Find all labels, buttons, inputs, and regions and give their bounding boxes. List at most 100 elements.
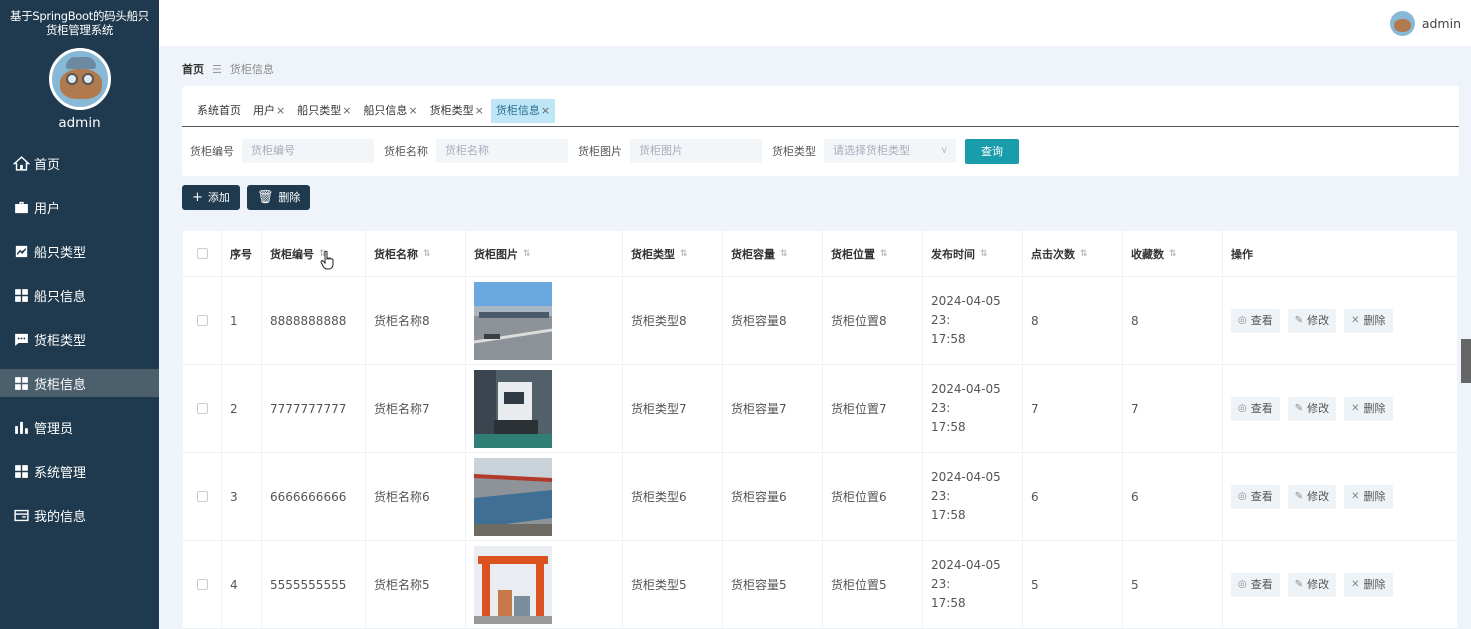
close-icon[interactable]: × — [276, 104, 285, 117]
row-checkbox[interactable] — [196, 315, 208, 326]
sort-icon[interactable]: ⇅ — [780, 249, 788, 259]
tab-system-home[interactable]: 系统首页 — [192, 99, 246, 123]
tab-container-type[interactable]: 货柜类型× — [425, 99, 489, 123]
view-button[interactable]: ◎ 查看 — [1231, 572, 1280, 597]
close-icon[interactable]: × — [408, 104, 417, 117]
sort-icon[interactable]: ⇅ — [880, 249, 888, 259]
image-input[interactable]: 货柜图片 — [630, 139, 762, 163]
header-ops: 操作 — [1231, 247, 1253, 261]
code-label: 货柜编号 — [190, 145, 234, 158]
add-button[interactable]: + 添加 — [182, 185, 240, 210]
sort-icon[interactable]: ⇅ — [423, 249, 431, 259]
tab-ship-info[interactable]: 船只信息× — [358, 99, 422, 123]
cell-clicks: 7 — [1023, 365, 1123, 452]
cell-code: 5555555555 — [262, 541, 366, 628]
tab-container-info[interactable]: 货柜信息× — [490, 99, 556, 123]
container-image[interactable] — [474, 545, 552, 624]
select-all-checkbox[interactable] — [196, 248, 208, 259]
header-location[interactable]: 货柜位置 ⇅ — [823, 231, 923, 276]
header-code[interactable]: 货柜编号 ⇅ — [262, 231, 366, 276]
cell-index: 4 — [222, 541, 262, 628]
sort-icon[interactable]: ⇅ — [980, 249, 988, 259]
container-image[interactable] — [474, 369, 552, 448]
cell-type: 货柜类型7 — [623, 365, 723, 452]
header-clicks[interactable]: 点击次数 ⇅ — [1023, 231, 1123, 276]
sidebar-item-ship-info[interactable]: 船只信息 — [0, 281, 159, 309]
sidebar-item-label: 我的信息 — [34, 509, 87, 525]
cell-name: 货柜名称7 — [366, 365, 466, 452]
cell-clicks: 5 — [1023, 541, 1123, 628]
close-icon[interactable]: × — [475, 104, 484, 117]
edit-button[interactable]: ✎ 修改 — [1287, 484, 1337, 509]
cell-time: 2024-04-05 23: 17:58 — [931, 558, 1001, 610]
sort-icon[interactable]: ⇅ — [1169, 249, 1177, 259]
row-checkbox[interactable] — [196, 491, 208, 502]
user-menu[interactable]: admin — [1389, 11, 1461, 36]
sidebar-item-home[interactable]: 首页 — [0, 149, 159, 177]
tab-user[interactable]: 用户× — [248, 99, 290, 123]
delete-row-button[interactable]: ✕ 删除 — [1344, 396, 1393, 421]
sidebar-item-my-info[interactable]: 我的信息 — [0, 501, 159, 529]
sort-icon[interactable]: ⇅ — [523, 249, 531, 259]
delete-row-button[interactable]: ✕ 删除 — [1344, 484, 1393, 509]
edit-button[interactable]: ✎ 修改 — [1287, 396, 1337, 421]
cell-capacity: 货柜容量5 — [723, 541, 823, 628]
eye-icon: ◎ — [1238, 314, 1247, 326]
edit-button[interactable]: ✎ 修改 — [1287, 308, 1337, 333]
breadcrumb: 首页 ☰ 货柜信息 — [182, 61, 274, 77]
header-time[interactable]: 发布时间 ⇅ — [923, 231, 1023, 276]
scrollbar-thumb[interactable] — [1461, 339, 1471, 383]
sidebar-item-system[interactable]: 系统管理 — [0, 457, 159, 485]
sidebar-item-admin[interactable]: 管理员 — [0, 413, 159, 441]
cell-index: 3 — [222, 453, 262, 540]
breadcrumb-separator-icon: ☰ — [212, 62, 222, 76]
table-row: 1 8888888888 货柜名称8 货柜类型8 货柜容量8 货柜位置8 202… — [183, 277, 1457, 365]
view-button[interactable]: ◎ 查看 — [1231, 308, 1280, 333]
header-name[interactable]: 货柜名称 ⇅ — [366, 231, 466, 276]
delete-row-button[interactable]: ✕ 删除 — [1344, 572, 1393, 597]
header-capacity[interactable]: 货柜容量 ⇅ — [723, 231, 823, 276]
row-checkbox[interactable] — [196, 579, 208, 590]
sidebar-item-container-type[interactable]: 货柜类型 — [0, 325, 159, 353]
name-input[interactable]: 货柜名称 — [436, 139, 568, 163]
cell-time: 2024-04-05 23: 17:58 — [931, 470, 1001, 522]
code-input[interactable]: 货柜编号 — [242, 139, 374, 163]
table-header: 序号 货柜编号 ⇅ 货柜名称 ⇅ 货柜图片 ⇅ 货柜类型 ⇅ 货柜容量 ⇅ 货柜位置 ⇅ 发… — [183, 231, 1457, 277]
container-image[interactable] — [474, 281, 552, 360]
type-select[interactable]: 请选择货柜类型 ∨ — [824, 139, 956, 163]
sidebar-item-label: 首页 — [34, 157, 61, 173]
delete-button[interactable]: 🗑 删除 — [246, 185, 311, 210]
breadcrumb-home[interactable]: 首页 — [182, 61, 204, 77]
cell-location: 货柜位置5 — [823, 541, 923, 628]
sidebar-item-label: 管理员 — [34, 421, 74, 437]
header-image[interactable]: 货柜图片 ⇅ — [466, 231, 623, 276]
edit-icon: ✎ — [1294, 314, 1304, 326]
sort-icon[interactable]: ⇅ — [680, 249, 688, 259]
cell-clicks: 6 — [1023, 453, 1123, 540]
app-title-line1: 基于SpringBoot的码头船只 — [10, 9, 149, 23]
header-favs[interactable]: 收藏数 ⇅ — [1123, 231, 1223, 276]
edit-button[interactable]: ✎ 修改 — [1287, 572, 1337, 597]
bar-chart-icon — [15, 421, 28, 434]
sort-icon[interactable]: ⇅ — [1080, 249, 1088, 259]
sidebar-item-user[interactable]: 用户 — [0, 193, 159, 221]
cell-favs: 6 — [1123, 453, 1223, 540]
close-icon: ✕ — [1351, 314, 1360, 326]
cell-capacity: 货柜容量8 — [723, 277, 823, 364]
eye-icon: ◎ — [1238, 402, 1247, 414]
sidebar-item-ship-type[interactable]: 船只类型 — [0, 237, 159, 265]
delete-row-button[interactable]: ✕ 删除 — [1344, 308, 1393, 333]
delete-label: 删除 — [278, 191, 301, 204]
cell-location: 货柜位置7 — [823, 365, 923, 452]
close-icon[interactable]: × — [541, 104, 550, 117]
close-icon[interactable]: × — [342, 104, 351, 117]
view-button[interactable]: ◎ 查看 — [1231, 396, 1280, 421]
query-button[interactable]: 查询 — [965, 138, 1019, 164]
header-type[interactable]: 货柜类型 ⇅ — [623, 231, 723, 276]
sidebar-item-container-info[interactable]: 货柜信息 — [0, 369, 159, 397]
container-image[interactable] — [474, 457, 552, 536]
view-button[interactable]: ◎ 查看 — [1231, 484, 1280, 509]
add-label: 添加 — [207, 191, 230, 204]
row-checkbox[interactable] — [196, 403, 208, 414]
tab-ship-type[interactable]: 船只类型× — [292, 99, 356, 123]
